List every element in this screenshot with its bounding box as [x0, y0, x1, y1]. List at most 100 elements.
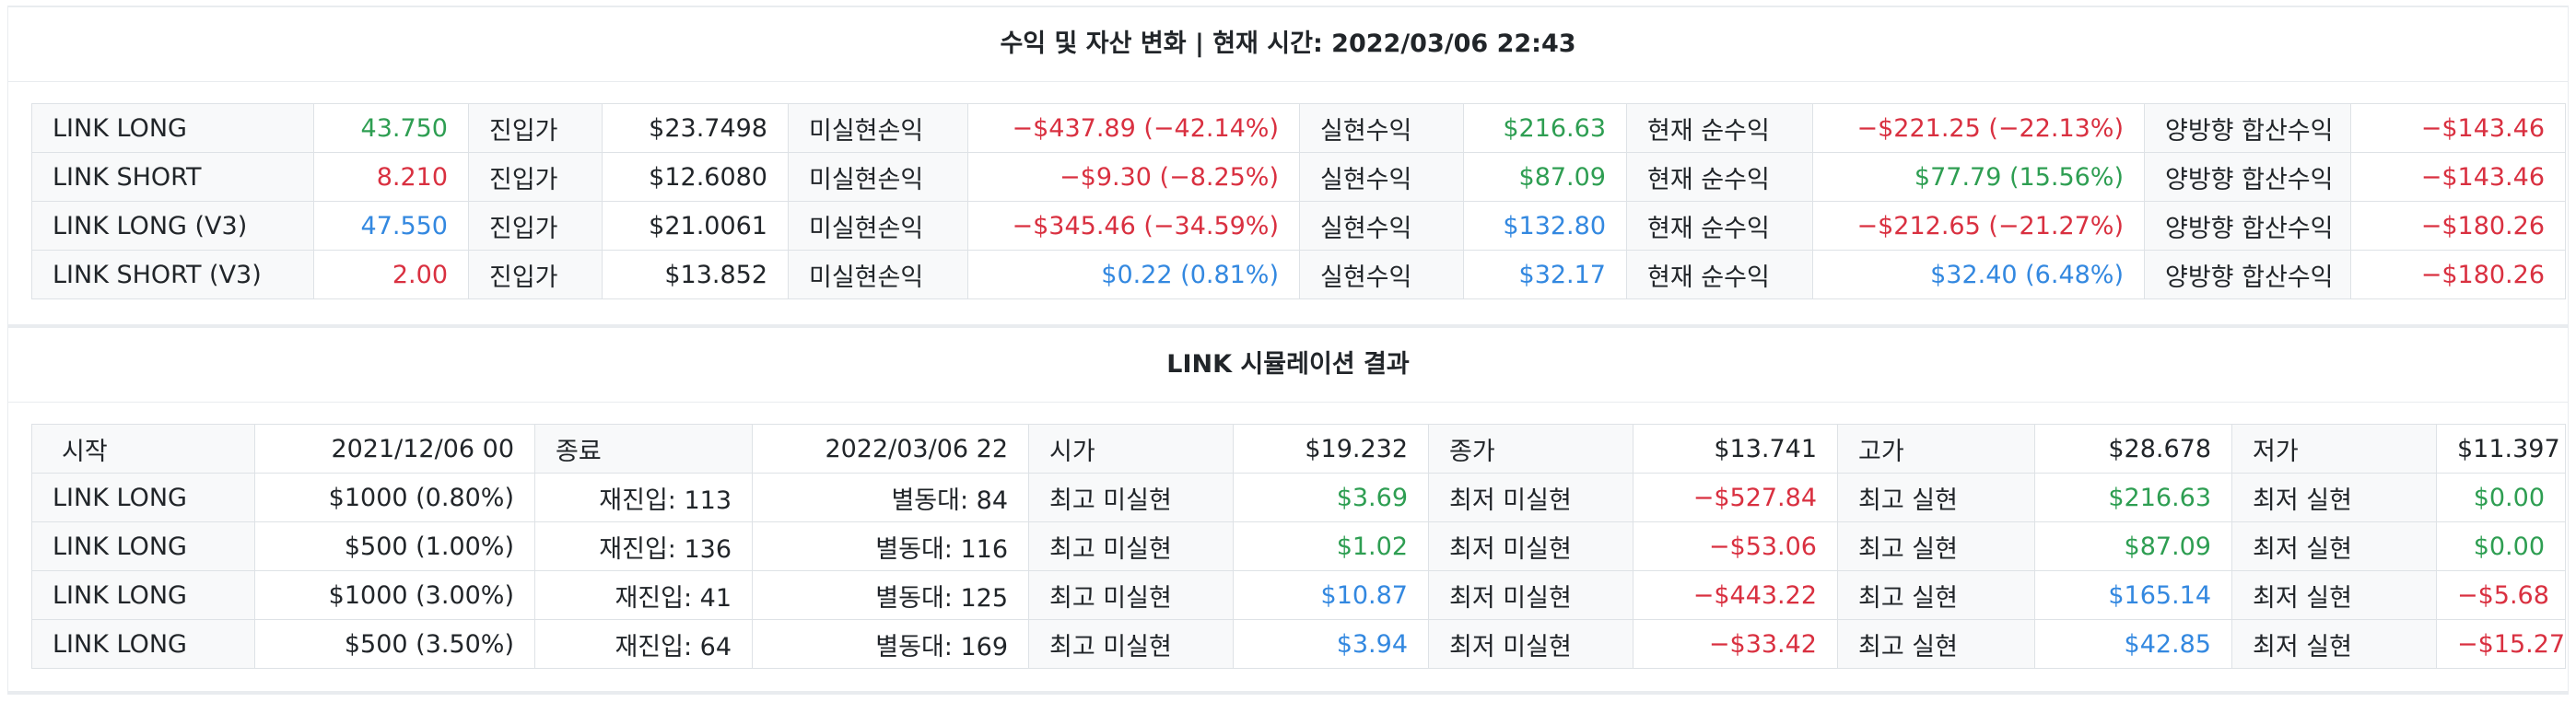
entry-price-value: $12.6080 [602, 152, 789, 202]
low-label: 저가 [2231, 424, 2437, 474]
strategy-name: LINK LONG [31, 473, 255, 522]
max-realized-label: 최고 실현 [1837, 619, 2035, 669]
reentry-count: 재진입: 113 [534, 473, 753, 522]
table-row: LINK LONG $1000 (3.00%) 재진입: 41 별동대: 125… [31, 570, 2566, 620]
position-name: LINK LONG (V3) [31, 201, 314, 251]
table-row: LINK LONG $1000 (0.80%) 재진입: 113 별동대: 84… [31, 473, 2566, 522]
min-unrealized-label: 최저 미실현 [1428, 619, 1633, 669]
min-realized-label: 최저 실현 [2231, 521, 2437, 571]
min-unrealized-value: −$53.06 [1633, 521, 1838, 571]
net-profit-value: $32.40 (6.48%) [1812, 250, 2145, 299]
net-profit-value: −$212.65 (−21.27%) [1812, 201, 2145, 251]
strategy-name: LINK LONG [31, 521, 255, 571]
start-value: 2021/12/06 00 [254, 424, 535, 474]
capital-value: $500 (1.00%) [254, 521, 535, 571]
high-value: $28.678 [2034, 424, 2232, 474]
realized-label: 실현수익 [1299, 103, 1464, 153]
volatility-count: 별동대: 116 [752, 521, 1029, 571]
max-realized-value: $165.14 [2034, 570, 2232, 620]
combined-profit-value: −$143.46 [2350, 152, 2566, 202]
max-unrealized-label: 최고 미실현 [1028, 473, 1234, 522]
table-row: LINK LONG $500 (3.50%) 재진입: 64 별동대: 169 … [31, 619, 2566, 669]
combined-profit-value: −$180.26 [2350, 201, 2566, 251]
min-realized-value: $0.00 [2436, 521, 2566, 571]
entry-price-label: 진입가 [468, 250, 603, 299]
unrealized-value: −$437.89 (−42.14%) [967, 103, 1300, 153]
unrealized-label: 미실현손익 [788, 201, 968, 251]
unrealized-value: −$9.30 (−8.25%) [967, 152, 1300, 202]
volatility-count: 별동대: 84 [752, 473, 1029, 522]
table-row: LINK LONG (V3) 47.550 진입가 $21.0061 미실현손익… [31, 201, 2566, 251]
max-realized-label: 최고 실현 [1837, 521, 2035, 571]
reentry-count: 재진입: 136 [534, 521, 753, 571]
max-realized-value: $87.09 [2034, 521, 2232, 571]
realized-value: $32.17 [1463, 250, 1627, 299]
max-unrealized-value: $10.87 [1233, 570, 1429, 620]
realized-label: 실현수익 [1299, 201, 1464, 251]
min-realized-value: −$5.68 [2436, 570, 2566, 620]
max-unrealized-value: $3.94 [1233, 619, 1429, 669]
capital-value: $500 (3.50%) [254, 619, 535, 669]
simulation-table: 시작 2021/12/06 00 종료 2022/03/06 22 시가 $19… [31, 424, 2566, 669]
max-unrealized-label: 최고 미실현 [1028, 570, 1234, 620]
combined-profit-label: 양방향 합산수익 [2144, 152, 2351, 202]
net-profit-label: 현재 순수익 [1626, 103, 1813, 153]
capital-value: $1000 (0.80%) [254, 473, 535, 522]
combined-profit-label: 양방향 합산수익 [2144, 103, 2351, 153]
max-unrealized-label: 최고 미실현 [1028, 521, 1234, 571]
high-label: 고가 [1837, 424, 2035, 474]
unrealized-label: 미실현손익 [788, 250, 968, 299]
min-realized-value: $0.00 [2436, 473, 2566, 522]
max-unrealized-label: 최고 미실현 [1028, 619, 1234, 669]
net-profit-label: 현재 순수익 [1626, 201, 1813, 251]
position-amount: 43.750 [313, 103, 469, 153]
min-unrealized-label: 최저 미실현 [1428, 521, 1633, 571]
unrealized-value: $0.22 (0.81%) [967, 250, 1300, 299]
low-value: $11.397 [2436, 424, 2566, 474]
table-row: LINK LONG 43.750 진입가 $23.7498 미실현손익 −$43… [31, 103, 2566, 153]
position-amount: 8.210 [313, 152, 469, 202]
strategy-name: LINK LONG [31, 619, 255, 669]
max-unrealized-value: $1.02 [1233, 521, 1429, 571]
min-realized-label: 최저 실현 [2231, 570, 2437, 620]
capital-value: $1000 (3.00%) [254, 570, 535, 620]
end-label: 종료 [534, 424, 753, 474]
unrealized-value: −$345.46 (−34.59%) [967, 201, 1300, 251]
bottom-divider [7, 691, 2569, 695]
table-row: 시작 2021/12/06 00 종료 2022/03/06 22 시가 $19… [31, 424, 2566, 474]
simulation-panel: LINK 시뮬레이션 결과 시작 2021/12/06 00 종료 2022/0… [7, 324, 2569, 695]
entry-price-value: $21.0061 [602, 201, 789, 251]
combined-profit-value: −$143.46 [2350, 103, 2566, 153]
strategy-name: LINK LONG [31, 570, 255, 620]
max-realized-label: 최고 실현 [1837, 473, 2035, 522]
min-unrealized-label: 최저 미실현 [1428, 473, 1633, 522]
min-realized-label: 최저 실현 [2231, 619, 2437, 669]
combined-profit-label: 양방향 합산수익 [2144, 250, 2351, 299]
realized-value: $132.80 [1463, 201, 1627, 251]
net-profit-label: 현재 순수익 [1626, 250, 1813, 299]
min-unrealized-value: −$33.42 [1633, 619, 1838, 669]
open-label: 시가 [1028, 424, 1234, 474]
reentry-count: 재진입: 41 [534, 570, 753, 620]
table-row: LINK SHORT (V3) 2.00 진입가 $13.852 미실현손익 $… [31, 250, 2566, 299]
unrealized-label: 미실현손익 [788, 152, 968, 202]
summary-title: 수익 및 자산 변화 | 현재 시간: 2022/03/06 22:43 [8, 7, 2568, 82]
unrealized-label: 미실현손익 [788, 103, 968, 153]
max-realized-value: $216.63 [2034, 473, 2232, 522]
entry-price-value: $23.7498 [602, 103, 789, 153]
summary-panel: 수익 및 자산 변화 | 현재 시간: 2022/03/06 22:43 LIN… [7, 7, 2569, 324]
entry-price-label: 진입가 [468, 152, 603, 202]
table-row: LINK LONG $500 (1.00%) 재진입: 136 별동대: 116… [31, 521, 2566, 571]
realized-value: $87.09 [1463, 152, 1627, 202]
end-value: 2022/03/06 22 [752, 424, 1029, 474]
open-value: $19.232 [1233, 424, 1429, 474]
entry-price-label: 진입가 [468, 103, 603, 153]
max-unrealized-value: $3.69 [1233, 473, 1429, 522]
close-label: 종가 [1428, 424, 1633, 474]
position-name: LINK SHORT (V3) [31, 250, 314, 299]
min-unrealized-label: 최저 미실현 [1428, 570, 1633, 620]
simulation-title: LINK 시뮬레이션 결과 [8, 328, 2568, 403]
min-unrealized-value: −$527.84 [1633, 473, 1838, 522]
position-amount: 2.00 [313, 250, 469, 299]
max-realized-label: 최고 실현 [1837, 570, 2035, 620]
